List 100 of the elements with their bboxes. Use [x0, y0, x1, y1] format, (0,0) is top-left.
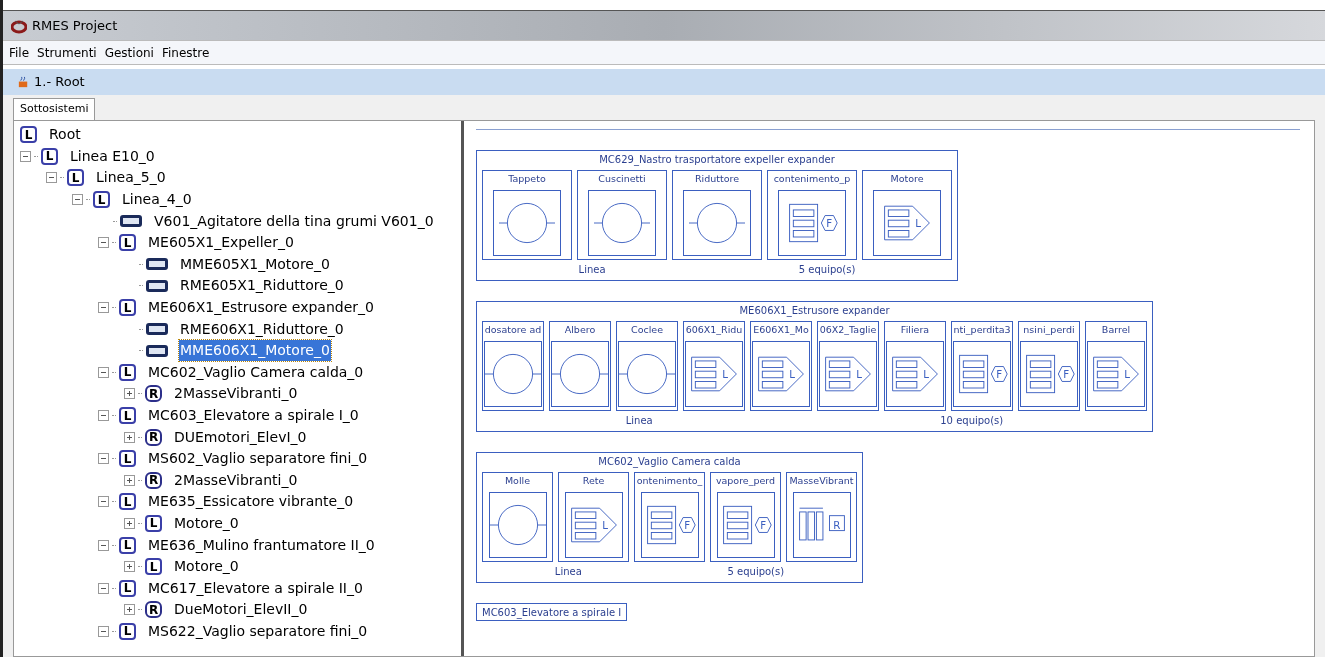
tree-item[interactable]: ME606X1_Estrusore expander_0	[147, 297, 375, 319]
component-label: Motore	[890, 172, 924, 186]
component-label: Albero	[564, 323, 596, 337]
tree-item[interactable]: DueMotori_ElevII_0	[173, 599, 309, 621]
l-node-icon: L	[119, 299, 136, 317]
component-card[interactable]: Cuscinetti	[577, 170, 667, 260]
tree-item[interactable]: ME605X1_Expeller_0	[147, 232, 295, 254]
menu-item[interactable]: Strumenti	[37, 43, 97, 62]
collapse-toggle[interactable]	[98, 410, 109, 421]
component-card[interactable]: Rete L	[558, 472, 629, 562]
expand-toggle[interactable]	[124, 388, 135, 400]
collapse-toggle[interactable]	[98, 539, 109, 551]
tree-item[interactable]: MC602_Vaglio Camera calda_0	[147, 361, 365, 383]
tree-item[interactable]: ME635_Essicatore vibrante_0	[147, 491, 355, 513]
component-label: E606X1_Mo	[753, 323, 809, 337]
component-card[interactable]: Riduttore	[672, 170, 762, 260]
menu-item[interactable]: Finestre	[161, 43, 210, 62]
tree-item[interactable]: 2MasseVibranti_0	[173, 383, 299, 405]
component-label: Riduttore	[694, 172, 740, 186]
component-label: MasseVibrant	[789, 474, 854, 488]
collapse-toggle[interactable]	[72, 194, 83, 206]
tree-item[interactable]: RME606X1_Riduttore_0	[179, 318, 345, 340]
expand-toggle[interactable]	[124, 604, 135, 616]
l-node-icon: L	[119, 493, 136, 511]
tree-item[interactable]: Linea_5_0	[95, 167, 167, 189]
component-label: ontenimento_	[636, 474, 703, 488]
expand-toggle[interactable]	[124, 474, 135, 486]
tree-item[interactable]: ME636_Mulino frantumatore II_0	[147, 534, 376, 556]
device-icon	[146, 258, 168, 271]
device-icon	[120, 215, 142, 228]
java-cup-icon	[17, 75, 30, 89]
equipment-count: 10 equipo(s)	[940, 414, 1004, 428]
tab[interactable]: Sottosistemi	[13, 98, 96, 120]
block-type-label: Linea	[625, 414, 653, 428]
component-card[interactable]: Barrel L	[1085, 321, 1147, 411]
component-card[interactable]: Albero	[549, 321, 611, 411]
tree-item[interactable]: MME605X1_Motore_0	[179, 253, 331, 275]
tree-item[interactable]: MME606X1_Motore_0	[179, 340, 331, 362]
tree-item[interactable]: MS602_Vaglio separatore fini_0	[147, 448, 369, 470]
r-node-icon: R	[145, 471, 162, 489]
expand-toggle[interactable]	[124, 431, 135, 443]
component-card[interactable]: Molle	[482, 472, 553, 562]
collapse-toggle[interactable]	[98, 496, 109, 508]
collapse-toggle[interactable]	[98, 302, 109, 314]
tree-item[interactable]: 2MasseVibranti_0	[173, 469, 299, 491]
component-card[interactable]: Coclee	[616, 321, 678, 411]
component-card[interactable]: Motore L	[862, 170, 952, 260]
expand-toggle[interactable]	[124, 518, 135, 529]
component-label: contenimento_p	[773, 172, 851, 186]
tree-item[interactable]: V601_Agitatore della tina grumi V601_0	[153, 210, 435, 232]
tree-item[interactable]: Linea E10_0	[69, 145, 156, 167]
l-node-icon: L	[93, 191, 110, 209]
tree-item[interactable]: RME605X1_Riduttore_0	[179, 275, 345, 297]
tree-item[interactable]: MC617_Elevatore a spirale II_0	[147, 577, 364, 599]
component-label: 06X2_Taglie	[819, 323, 877, 337]
component-card[interactable]: MasseVibrant R	[786, 472, 857, 562]
component-card[interactable]: nti_perdita3 F	[951, 321, 1013, 411]
tree-item[interactable]: MC603_Elevatore a spirale I_0	[147, 405, 360, 426]
l-node-icon: L	[119, 536, 136, 554]
device-icon	[146, 279, 168, 292]
block-title: ME606X1_Estrusore expander	[738, 304, 891, 318]
collapse-toggle[interactable]	[98, 625, 109, 637]
menu-item[interactable]: Gestioni	[104, 43, 154, 62]
block-title: MC629_Nastro trasportatore expeller expander	[598, 153, 836, 167]
collapse-toggle[interactable]	[98, 582, 109, 594]
l-node-icon: L	[119, 407, 136, 424]
tree-item[interactable]: DUEmotori_ElevI_0	[173, 426, 308, 448]
component-card[interactable]: vapore_perd F	[710, 472, 781, 562]
component-card[interactable]: contenimento_p F	[767, 170, 857, 260]
menu-item[interactable]: File	[9, 43, 30, 62]
component-label: Tappeto	[508, 172, 546, 186]
tree-item[interactable]: Motore_0	[173, 513, 240, 534]
component-card[interactable]: E606X1_Mo L	[750, 321, 812, 411]
component-card[interactable]: ontenimento_ F	[634, 472, 705, 562]
collapse-toggle[interactable]	[20, 150, 31, 162]
l-node-icon: L	[119, 622, 136, 640]
l-node-icon: L	[145, 515, 162, 532]
collapse-toggle[interactable]	[46, 172, 57, 184]
component-label: Cuscinetti	[598, 172, 646, 186]
l-node-icon: L	[119, 363, 136, 381]
component-card[interactable]: 606X1_Ridu L	[683, 321, 745, 411]
component-card[interactable]: dosatore ad	[482, 321, 544, 411]
component-card[interactable]: Tappeto	[482, 170, 572, 260]
component-label: Molle	[504, 474, 531, 488]
component-label: Barrel	[1101, 323, 1131, 337]
component-card[interactable]: nsini_perdi F	[1018, 321, 1080, 411]
tree-item[interactable]: Root	[48, 124, 82, 146]
collapse-toggle[interactable]	[98, 366, 109, 378]
tree-item[interactable]: Linea_4_0	[121, 189, 193, 211]
tree-item[interactable]: Motore_0	[173, 556, 240, 578]
block-type-label: Linea	[554, 565, 582, 579]
expand-toggle[interactable]	[124, 561, 135, 573]
tree-item[interactable]: MS622_Vaglio separatore fini_0	[147, 620, 369, 642]
component-label: dosatore ad	[484, 323, 542, 337]
collapse-toggle[interactable]	[98, 237, 109, 249]
component-label: nti_perdita3	[953, 323, 1011, 337]
component-card[interactable]: Filiera L	[884, 321, 946, 411]
block-title: MC603_Elevatore a spirale I	[482, 606, 622, 620]
collapse-toggle[interactable]	[98, 453, 109, 465]
component-card[interactable]: 06X2_Taglie L	[817, 321, 879, 411]
